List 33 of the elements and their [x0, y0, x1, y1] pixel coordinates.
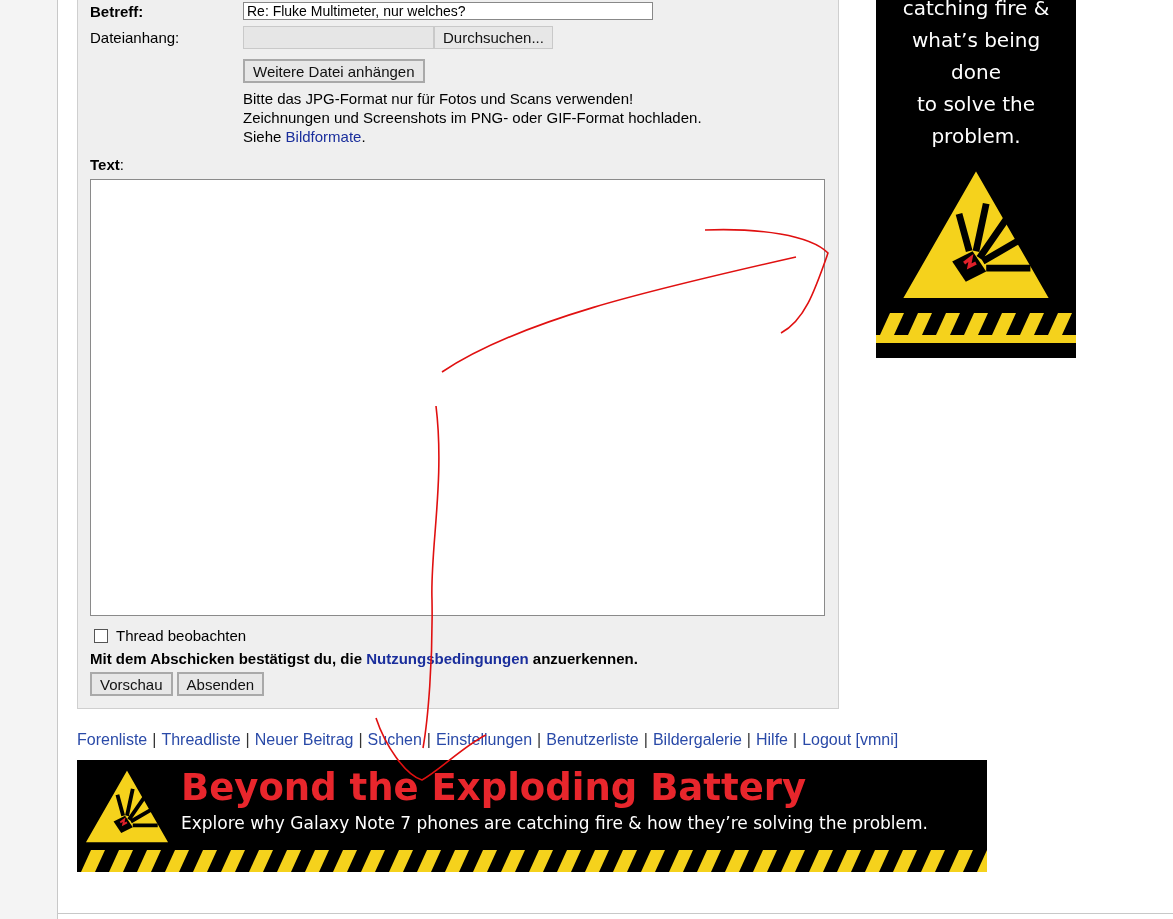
nav-link[interactable]: Neuer Beitrag	[254, 731, 354, 749]
watch-checkbox[interactable]: Thread beobachten	[94, 627, 826, 644]
separator: |	[152, 731, 157, 749]
field-label: Dateianhang:	[90, 29, 181, 46]
banner-title: Beyond the Exploding Battery	[181, 766, 808, 809]
checkbox-label: Thread beobachten	[116, 627, 247, 644]
separator: |	[746, 731, 751, 749]
attach-file-button[interactable]: Weitere Datei anhängen	[243, 59, 425, 83]
separator: |	[643, 731, 648, 749]
nav-link[interactable]: Forenliste	[77, 731, 148, 749]
separator: |	[426, 731, 431, 749]
nav-link[interactable]: Logout [vmni]	[802, 731, 899, 749]
text-label: Text:	[90, 156, 124, 173]
separator: |	[245, 731, 250, 749]
nav-link[interactable]: Hilfe	[756, 731, 788, 749]
preview-button[interactable]: Vorschau	[90, 672, 173, 696]
separator: |	[358, 731, 363, 749]
field-label: Betreff:	[90, 2, 145, 20]
nav-link[interactable]: Threadliste	[161, 731, 241, 749]
file-field[interactable]	[243, 26, 434, 49]
browse-button[interactable]: Durchsuchen...	[434, 26, 553, 49]
nav-link[interactable]: Bildergalerie	[652, 731, 742, 749]
checkbox[interactable]	[94, 628, 108, 643]
separator: |	[537, 731, 542, 749]
formats-link[interactable]: Bildformate	[285, 128, 362, 145]
text-area[interactable]	[90, 179, 825, 616]
ad-text: catching fire & what’s being done to solve the problem.	[902, 0, 1050, 150]
submit-button[interactable]: Absenden	[176, 672, 265, 696]
nav-link[interactable]: Benutzerliste	[546, 731, 639, 749]
banner-subtitle: Explore why Galaxy Note 7 phones are catching fire & how they’re solving the problem.	[181, 813, 928, 833]
subject-field[interactable]: Re: Fluke Multimeter, nur welches?	[243, 2, 653, 20]
format-hint: Bitte das JPG-Format nur für Fotos und Scans verwenden! Zeichnungen und Screenshots im PNG- oder GIF-Format hochladen. Siehe Bildformate.	[243, 89, 703, 146]
separator: |	[793, 731, 798, 749]
